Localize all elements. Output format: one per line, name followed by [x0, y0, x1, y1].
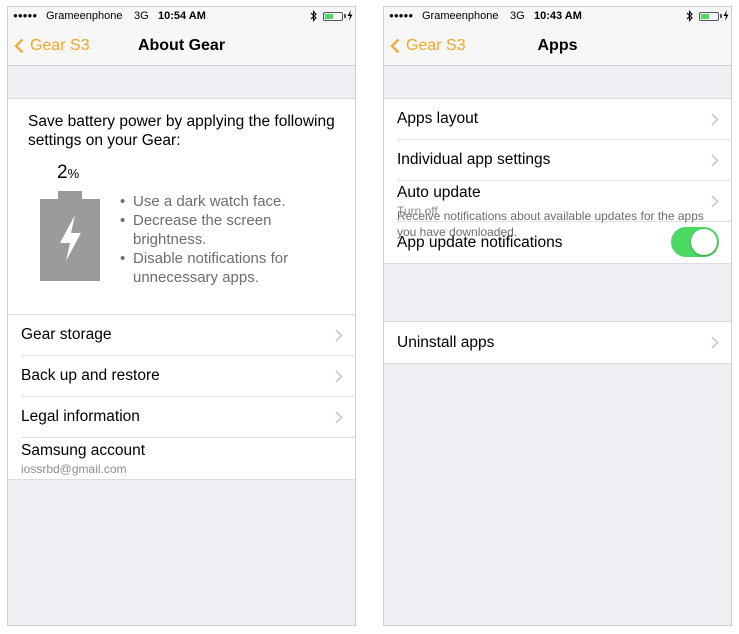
battery-tip: [344, 14, 346, 18]
battery-card-title: Save battery power by applying the follo…: [28, 113, 335, 149]
battery-tip-item: Disable notifications for unnecessary ap…: [120, 249, 345, 287]
uninstall-group: Uninstall apps: [384, 321, 731, 364]
page-title: Apps: [537, 37, 578, 54]
apps-layout-row[interactable]: Apps layout: [397, 99, 731, 140]
apps-screen: ●●●●● Grameenphone 3G 10:43 AM Gear S3 A…: [383, 6, 732, 626]
battery-tips-list: Use a dark watch face. Decrease the scre…: [120, 192, 345, 287]
charging-bolt-icon: [723, 10, 729, 21]
battery-icon: [699, 12, 719, 21]
bluetooth-icon: [686, 10, 693, 22]
page-title: About Gear: [137, 37, 226, 54]
samsung-account-row[interactable]: Samsung account iossrbd@gmail.com: [21, 438, 355, 479]
chevron-right-icon: [335, 370, 343, 383]
status-time: 10:43 AM: [534, 10, 582, 22]
status-bar: ●●●●● Grameenphone 3G 10:43 AM: [384, 7, 731, 25]
battery-percent: 2%: [57, 162, 80, 183]
battery-saving-card: Save battery power by applying the follo…: [8, 99, 355, 315]
chevron-right-icon: [711, 154, 719, 167]
battery-icon: [323, 12, 343, 21]
signal-strength-icon: ●●●●●: [389, 11, 414, 20]
row-label: Uninstall apps: [397, 333, 495, 351]
chevron-right-icon: [711, 113, 719, 126]
row-label: Gear storage: [21, 326, 112, 343]
navigation-bar: Gear S3 Apps: [384, 25, 731, 66]
row-label: Legal information: [21, 408, 140, 425]
legal-information-row[interactable]: Legal information: [21, 397, 355, 438]
battery-tip-item: Use a dark watch face.: [120, 192, 345, 211]
row-label: Auto update: [397, 184, 481, 201]
carrier-name: Grameenphone: [46, 10, 123, 22]
battery-tip-item: Decrease the screen brightness.: [120, 211, 345, 249]
account-email: iossrbd@gmail.com: [21, 461, 127, 476]
carrier-name: Grameenphone: [422, 10, 499, 22]
bluetooth-icon: [310, 10, 317, 22]
status-bar: ●●●●● Grameenphone 3G 10:54 AM: [8, 7, 355, 25]
row-label: Samsung account: [21, 441, 146, 459]
notifications-footer-note: Receive notifications about available up…: [397, 209, 704, 239]
chevron-right-icon: [335, 411, 343, 424]
about-gear-list: Save battery power by applying the follo…: [8, 98, 355, 480]
network-type: 3G: [510, 10, 525, 22]
navigation-bar: Gear S3 About Gear: [8, 25, 355, 66]
battery-level-icon: [40, 191, 100, 281]
individual-app-settings-row[interactable]: Individual app settings: [397, 140, 731, 181]
signal-strength-icon: ●●●●●: [13, 11, 38, 20]
about-gear-screen: ●●●●● Grameenphone 3G 10:54 AM Gear S3 A…: [7, 6, 356, 626]
chevron-right-icon: [335, 329, 343, 342]
charging-bolt-icon: [347, 10, 353, 21]
status-time: 10:54 AM: [158, 10, 206, 22]
row-label: Back up and restore: [21, 367, 160, 384]
gear-storage-row[interactable]: Gear storage: [21, 315, 355, 356]
back-up-and-restore-row[interactable]: Back up and restore: [21, 356, 355, 397]
row-label: Apps layout: [397, 110, 478, 127]
battery-tip: [720, 14, 722, 18]
chevron-right-icon: [711, 195, 719, 208]
chevron-right-icon: [711, 336, 719, 349]
network-type: 3G: [134, 10, 149, 22]
uninstall-apps-row[interactable]: Uninstall apps: [397, 322, 731, 363]
row-label: Individual app settings: [397, 151, 551, 168]
